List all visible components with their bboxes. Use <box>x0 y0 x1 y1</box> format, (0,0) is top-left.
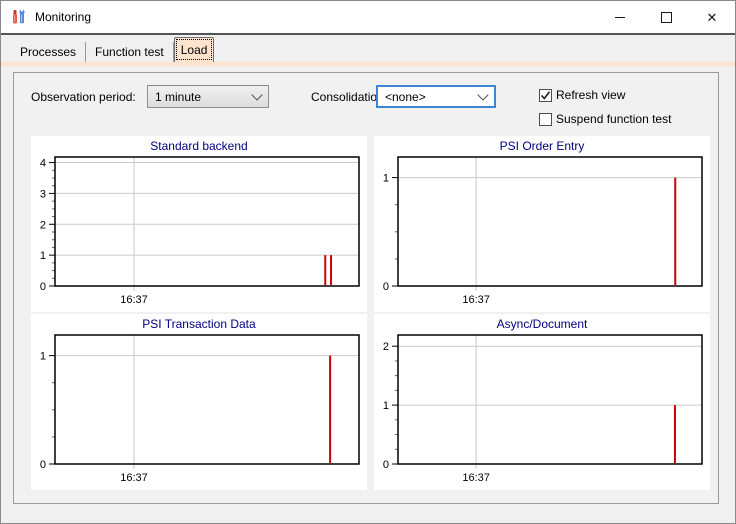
tab-strip: Processes Function test Load <box>1 35 735 62</box>
svg-text:0: 0 <box>40 281 46 293</box>
svg-text:0: 0 <box>383 459 389 471</box>
checkbox-unchecked-icon <box>539 113 552 126</box>
refresh-view-label: Refresh view <box>556 88 625 102</box>
svg-text:3: 3 <box>40 188 46 200</box>
tab-processes[interactable]: Processes <box>11 42 86 62</box>
observation-period-select[interactable]: 1 minute <box>147 85 269 108</box>
chevron-down-icon <box>251 89 262 100</box>
monitoring-window: Monitoring ✕ Processes Function test Loa… <box>0 0 736 524</box>
svg-text:2: 2 <box>383 341 389 353</box>
maximize-icon <box>661 12 672 23</box>
chart-async-document: 0 1 2 16:37 Async/Document <box>374 314 710 490</box>
svg-text:2: 2 <box>40 219 46 231</box>
svg-text:1: 1 <box>383 400 389 412</box>
chart-title: PSI Transaction Data <box>31 317 367 331</box>
svg-text:16:37: 16:37 <box>120 294 148 306</box>
svg-text:16:37: 16:37 <box>462 472 490 484</box>
observation-period-value: 1 minute <box>155 90 201 104</box>
suspend-function-test-checkbox[interactable]: Suspend function test <box>539 112 671 126</box>
title-bar: Monitoring ✕ <box>1 1 735 33</box>
svg-text:4: 4 <box>40 158 46 170</box>
suspend-function-test-label: Suspend function test <box>556 112 671 126</box>
window-title: Monitoring <box>35 1 91 33</box>
refresh-view-checkbox[interactable]: Refresh view <box>539 88 625 102</box>
tab-load[interactable]: Load <box>174 37 215 62</box>
svg-text:0: 0 <box>40 459 46 471</box>
tab-function-test[interactable]: Function test <box>86 42 174 62</box>
minimize-icon <box>615 17 625 18</box>
observation-period-label: Observation period: <box>31 90 136 104</box>
chart-psi-transaction-data-plot: 0 1 16:37 <box>31 314 367 490</box>
chart-standard-backend: 0 1 2 3 4 16:37 Standard backend <box>31 136 367 312</box>
chevron-down-icon <box>477 89 488 100</box>
close-icon: ✕ <box>707 11 718 24</box>
chart-standard-backend-plot: 0 1 2 3 4 16:37 <box>31 136 367 312</box>
svg-text:1: 1 <box>383 173 389 185</box>
maximize-button[interactable] <box>643 1 689 33</box>
consolidation-select[interactable]: <none> <box>376 85 496 108</box>
svg-text:16:37: 16:37 <box>120 472 148 484</box>
tools-icon <box>11 9 27 25</box>
chart-title: PSI Order Entry <box>374 139 710 153</box>
close-button[interactable]: ✕ <box>689 1 735 33</box>
chart-async-document-plot: 0 1 2 16:37 <box>374 314 710 490</box>
svg-text:1: 1 <box>40 351 46 363</box>
window-controls: ✕ <box>597 1 735 33</box>
consolidation-value: <none> <box>385 90 426 104</box>
checkbox-checked-icon <box>539 89 552 102</box>
svg-text:16:37: 16:37 <box>462 294 490 306</box>
chart-psi-transaction-data: 0 1 16:37 PSI Transaction Data <box>31 314 367 490</box>
minimize-button[interactable] <box>597 1 643 33</box>
chart-psi-order-entry: 0 1 16:37 PSI Order Entry <box>374 136 710 312</box>
chart-title: Standard backend <box>31 139 367 153</box>
chart-psi-order-entry-plot: 0 1 16:37 <box>374 136 710 312</box>
svg-text:0: 0 <box>383 281 389 293</box>
chart-title: Async/Document <box>374 317 710 331</box>
svg-text:1: 1 <box>40 250 46 262</box>
